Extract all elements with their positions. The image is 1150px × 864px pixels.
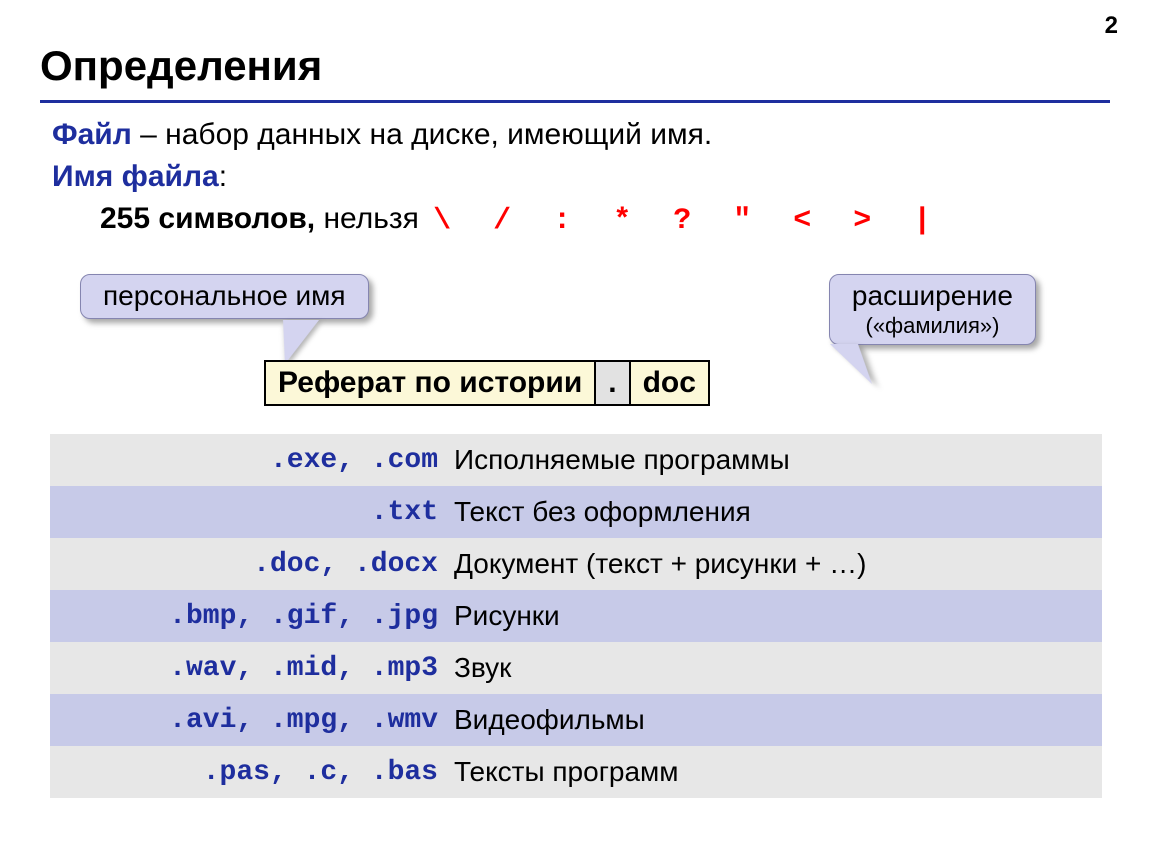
page-number: 2 [1105, 12, 1118, 40]
callout-extension-text: расширение [852, 280, 1013, 311]
callout-personal-name: персональное имя [80, 274, 369, 319]
body-text: Файл – набор данных на диске, имеющий им… [52, 114, 1110, 242]
filename-dot-part: . [596, 362, 630, 404]
term-filename-colon: : [219, 160, 227, 193]
table-row: .pas, .c, .basТексты программ [50, 746, 1102, 798]
term-filename: Имя файла [52, 160, 219, 193]
description-cell: Звук [446, 642, 1102, 694]
filename-box: Реферат по истории . doc [264, 360, 710, 406]
extension-cell: .txt [50, 486, 446, 538]
table-row: .bmp, .gif, .jpgРисунки [50, 590, 1102, 642]
table-row: .wav, .mid, .mp3Звук [50, 642, 1102, 694]
extension-cell: .doc, .docx [50, 538, 446, 590]
definition-filename: Имя файла: [52, 156, 1110, 198]
term-file: Файл [52, 118, 132, 151]
definition-file: Файл – набор данных на диске, имеющий им… [52, 114, 1110, 156]
callout-personal-name-text: персональное имя [103, 280, 346, 311]
filename-limits: 255 символов, нельзя \ / : * ? " < > | [52, 198, 1110, 242]
description-cell: Исполняемые программы [446, 434, 1102, 486]
filename-ext-part: doc [631, 362, 708, 404]
description-cell: Рисунки [446, 590, 1102, 642]
callout-tail-right [830, 344, 886, 384]
extension-cell: .pas, .c, .bas [50, 746, 446, 798]
limit-rest: нельзя [315, 202, 427, 235]
callout-extension-subtext: («фамилия») [852, 314, 1013, 338]
slide-heading: Определения [40, 42, 322, 90]
table-row: .avi, .mpg, .wmvВидеофильмы [50, 694, 1102, 746]
table-row: .txtТекст без оформления [50, 486, 1102, 538]
limit-count: 255 символов, [100, 202, 315, 235]
description-cell: Видеофильмы [446, 694, 1102, 746]
description-cell: Тексты программ [446, 746, 1102, 798]
table-row: .doc, .docxДокумент (текст + рисунки + …… [50, 538, 1102, 590]
extension-cell: .wav, .mid, .mp3 [50, 642, 446, 694]
forbidden-chars: \ / : * ? " < > | [427, 204, 943, 238]
description-cell: Документ (текст + рисунки + …) [446, 538, 1102, 590]
description-cell: Текст без оформления [446, 486, 1102, 538]
callout-extension: расширение («фамилия») [829, 274, 1036, 345]
extension-cell: .exe, .com [50, 434, 446, 486]
table-row: .exe, .comИсполняемые программы [50, 434, 1102, 486]
extensions-table: .exe, .comИсполняемые программы.txtТекст… [50, 434, 1102, 798]
extension-cell: .avi, .mpg, .wmv [50, 694, 446, 746]
filename-name-part: Реферат по истории [266, 362, 596, 404]
extension-cell: .bmp, .gif, .jpg [50, 590, 446, 642]
term-file-text: – набор данных на диске, имеющий имя. [132, 118, 712, 151]
heading-divider [40, 100, 1110, 103]
callout-tail-left [267, 320, 319, 364]
